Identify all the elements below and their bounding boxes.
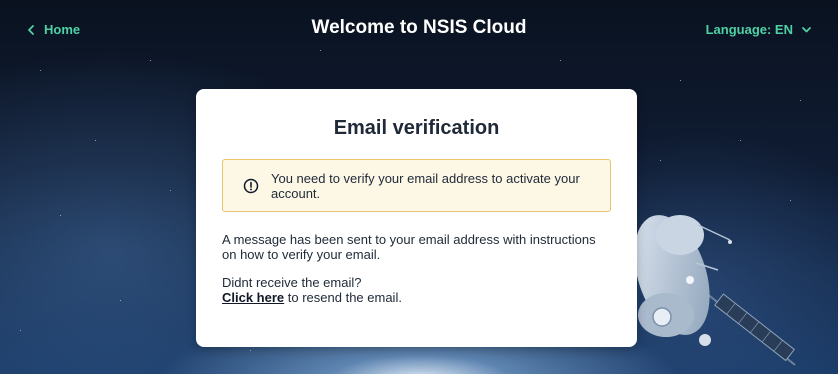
chevron-down-icon	[802, 27, 811, 33]
alert-message: You need to verify your email address to…	[271, 170, 580, 201]
exclamation-circle-icon	[243, 178, 259, 193]
resend-suffix: to resend the email.	[284, 290, 402, 305]
resend-question: Didnt receive the email?	[222, 275, 362, 290]
language-selector-label: Language: EN	[705, 22, 793, 37]
resend-email-link[interactable]: Click here	[222, 290, 284, 305]
language-selector[interactable]: Language: EN	[706, 22, 812, 37]
resend-section: Didnt receive the email? Click here to r…	[222, 275, 611, 305]
instructions-message: A message has been sent to your email ad…	[222, 232, 596, 262]
verification-card: Email verification You need to verify yo…	[196, 89, 637, 347]
page-background: Home Welcome to NSIS Cloud Language: EN …	[0, 0, 838, 374]
warning-alert: You need to verify your email address to…	[222, 159, 611, 212]
card-title: Email verification	[333, 117, 500, 139]
